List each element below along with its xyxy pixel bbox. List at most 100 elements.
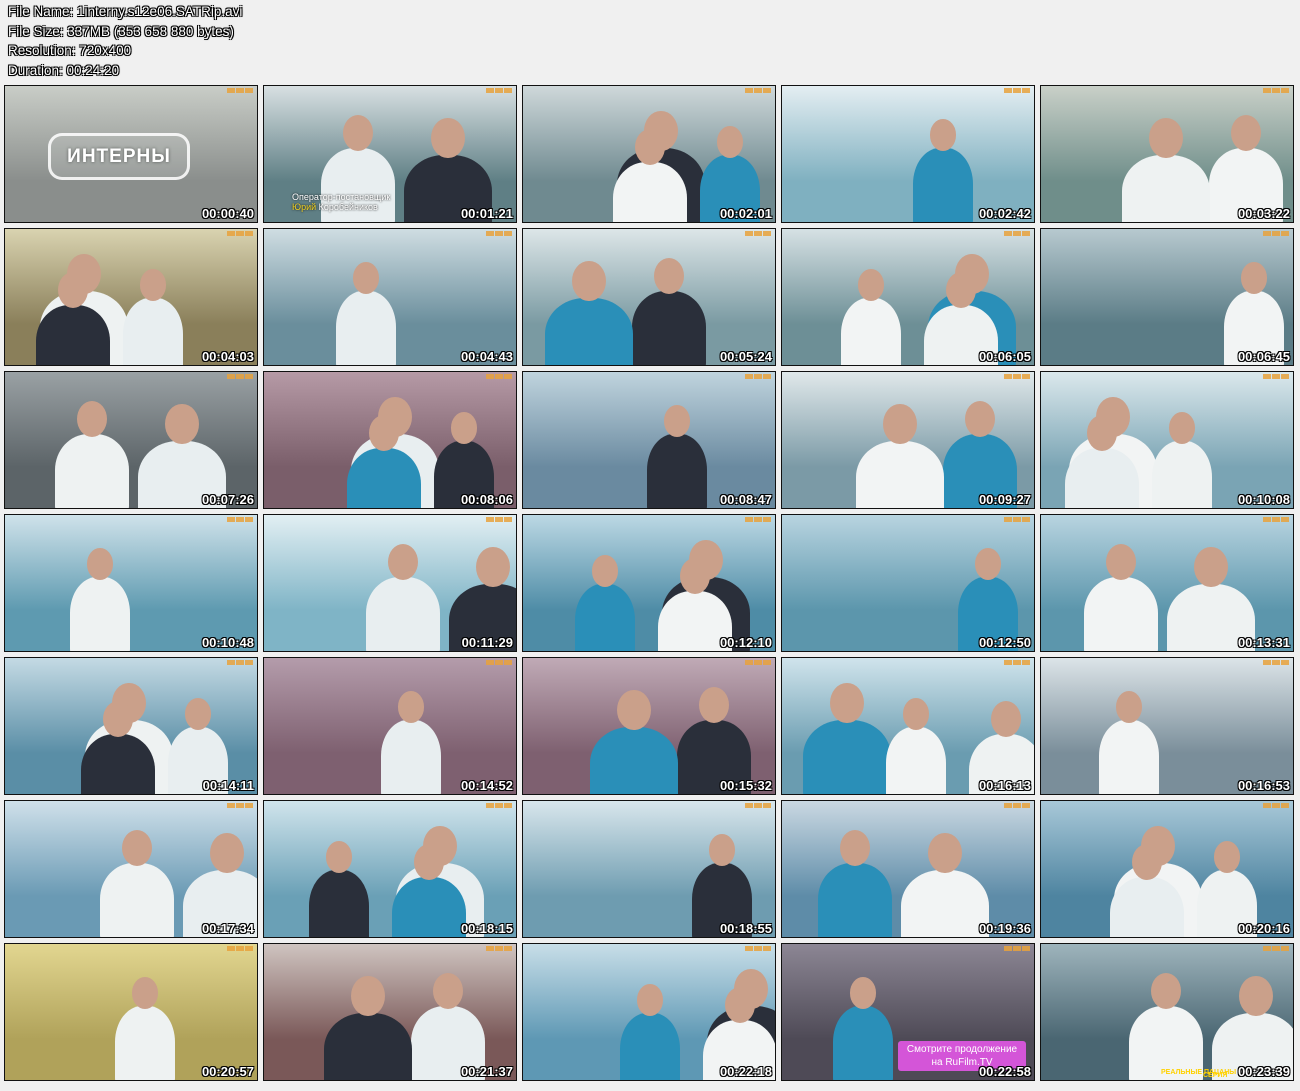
promo-footer-left: РЕАЛЬНЫЕ ПАЦАНЫ: [1161, 1069, 1237, 1076]
figure-head: [572, 260, 606, 302]
figure-head: [431, 117, 465, 159]
timestamp-label: 00:17:34: [201, 921, 254, 936]
video-frame-thumbnail: 00:04:43: [263, 228, 517, 366]
timestamp-label: 00:12:50: [978, 635, 1031, 650]
video-frame-thumbnail: 00:02:42: [781, 85, 1035, 223]
duration-line: Duration: 00:24:20: [8, 62, 120, 78]
figure-silhouette: [81, 734, 155, 794]
channel-logo: [227, 88, 253, 93]
figure-head: [850, 977, 876, 1009]
channel-logo: [486, 660, 512, 665]
video-frame-thumbnail: 00:12:50: [781, 514, 1035, 652]
figure-head: [451, 412, 477, 444]
figure-silhouette: [818, 863, 892, 937]
channel-logo: [1263, 660, 1289, 665]
figure-silhouette: [1110, 877, 1184, 937]
timestamp-label: 00:07:26: [201, 492, 254, 507]
timestamp-label: 00:04:03: [201, 349, 254, 364]
figure-head: [883, 403, 917, 445]
figure-head: [717, 126, 743, 158]
channel-logo: [1004, 517, 1030, 522]
figure-head: [1151, 973, 1181, 1009]
timestamp-label: 00:14:11: [202, 778, 254, 793]
figure-head: [709, 834, 735, 866]
figure-head: [1231, 115, 1261, 151]
channel-logo: [1263, 517, 1289, 522]
figure-head: [398, 691, 424, 723]
channel-logo: [745, 231, 771, 236]
video-frame-thumbnail: 00:20:57: [4, 943, 258, 1081]
file-size-line: File Size: 337MB (353 658 880 bytes): [8, 23, 234, 39]
figure-head: [930, 119, 956, 151]
figure-head: [903, 698, 929, 730]
channel-logo: [1004, 231, 1030, 236]
video-frame-thumbnail: 00:15:32: [522, 657, 776, 795]
figure-silhouette: [647, 434, 707, 508]
figure-head: [77, 401, 107, 437]
channel-logo: [227, 374, 253, 379]
timestamp-label: 00:16:13: [978, 778, 1031, 793]
video-frame-thumbnail: 00:10:08: [1040, 371, 1294, 509]
figure-head: [637, 984, 663, 1016]
channel-logo: [227, 517, 253, 522]
video-frame-thumbnail: Оператор-постановщик Юрий Коробейников 00:…: [263, 85, 517, 223]
timestamp-label: 00:20:16: [1237, 921, 1290, 936]
figure-head: [58, 272, 88, 308]
timestamp-label: 00:18:15: [460, 921, 513, 936]
figure-silhouette: [100, 863, 174, 937]
figure-head: [635, 129, 665, 165]
timestamp-label: 00:14:52: [460, 778, 513, 793]
channel-logo: [1004, 803, 1030, 808]
channel-logo: [1263, 231, 1289, 236]
figure-head: [165, 403, 199, 445]
figure-head: [592, 555, 618, 587]
figure-head: [654, 258, 684, 294]
timestamp-label: 00:16:53: [1237, 778, 1290, 793]
figure-head: [1106, 544, 1136, 580]
figure-silhouette: [575, 584, 635, 651]
figure-silhouette: [324, 1013, 412, 1080]
channel-logo: [1263, 803, 1289, 808]
figure-silhouette: [590, 727, 678, 794]
figure-head: [975, 548, 1001, 580]
channel-logo: [486, 946, 512, 951]
figure-silhouette: [336, 291, 396, 365]
video-frame-thumbnail: 00:07:26: [4, 371, 258, 509]
timestamp-label: 00:10:48: [201, 635, 254, 650]
video-frame-thumbnail: 00:14:52: [263, 657, 517, 795]
figure-head: [210, 832, 244, 874]
channel-logo: [486, 517, 512, 522]
figure-head: [965, 401, 995, 437]
video-frame-thumbnail: 00:16:13: [781, 657, 1035, 795]
video-frame-thumbnail: 00:14:11: [4, 657, 258, 795]
channel-logo: [1004, 88, 1030, 93]
figure-head: [140, 269, 166, 301]
figure-silhouette: [309, 870, 369, 937]
timestamp-label: 00:01:21: [460, 206, 513, 221]
figure-silhouette: [366, 577, 440, 651]
timestamp-label: 00:09:27: [978, 492, 1031, 507]
timestamp-label: 00:19:36: [978, 921, 1031, 936]
channel-logo: [227, 946, 253, 951]
channel-logo: [486, 374, 512, 379]
figure-head: [1116, 691, 1142, 723]
figure-head: [476, 546, 510, 588]
figure-head: [132, 977, 158, 1009]
resolution-line: Resolution: 720x400: [8, 43, 132, 58]
figure-silhouette: [833, 1006, 893, 1080]
video-frame-thumbnail: СЕРИЯ РЕАЛЬНЫЕ ПАЦАНЫ 00:23:39: [1040, 943, 1294, 1081]
figure-head: [1169, 412, 1195, 444]
figure-head: [680, 558, 710, 594]
timestamp-label: 00:06:45: [1237, 349, 1290, 364]
channel-logo: [227, 231, 253, 236]
figure-silhouette: [1065, 448, 1139, 508]
video-frame-thumbnail: 00:05:24: [522, 228, 776, 366]
timestamp-label: 00:06:05: [978, 349, 1031, 364]
figure-head: [103, 701, 133, 737]
figure-head: [185, 698, 211, 730]
figure-head: [369, 415, 399, 451]
channel-logo: [745, 660, 771, 665]
timestamp-label: 00:22:58: [978, 1064, 1031, 1079]
video-frame-thumbnail: 00:17:34: [4, 800, 258, 938]
channel-logo: [486, 803, 512, 808]
